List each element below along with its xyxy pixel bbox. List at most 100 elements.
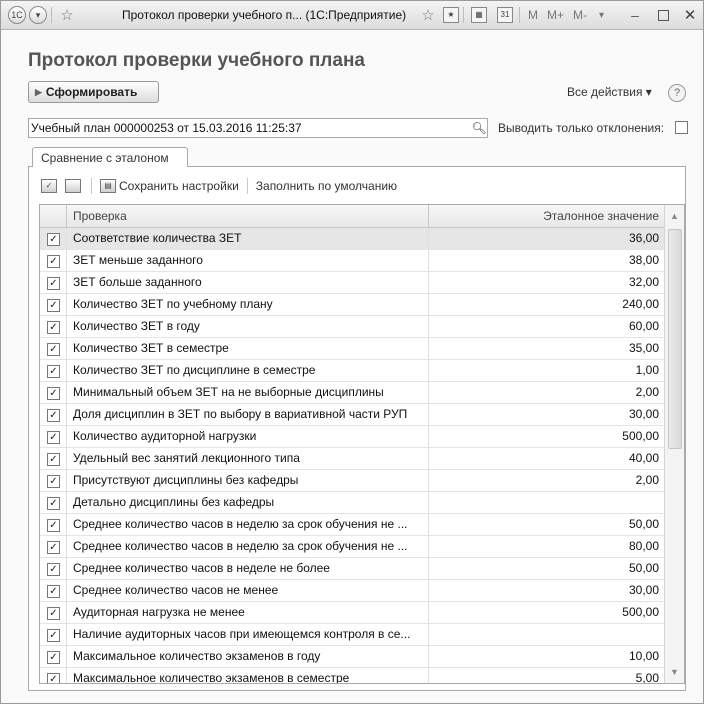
reference-value-cell[interactable]: 50,00 bbox=[430, 558, 665, 579]
reference-value-cell[interactable]: 1,00 bbox=[430, 360, 665, 381]
scroll-down-icon[interactable]: ▼ bbox=[665, 663, 684, 681]
calculator-button[interactable]: ▦ bbox=[471, 6, 487, 24]
save-settings-button[interactable]: Сохранить настройки bbox=[119, 179, 239, 193]
row-checkbox[interactable]: ✓ bbox=[47, 277, 60, 290]
row-checkbox[interactable]: ✓ bbox=[47, 387, 60, 400]
minimize-button[interactable]: – bbox=[628, 6, 642, 24]
reference-value-cell[interactable]: 500,00 bbox=[430, 602, 665, 623]
row-checkbox[interactable]: ✓ bbox=[47, 321, 60, 334]
table-row[interactable]: ✓ Количество ЗЕТ в семестре 35,00 bbox=[40, 338, 665, 360]
table-row[interactable]: ✓ Среднее количество часов не менее 30,00 bbox=[40, 580, 665, 602]
row-checkbox[interactable]: ✓ bbox=[47, 629, 60, 642]
table-row[interactable]: ✓ Соответствие количества ЗЕТ 36,00 bbox=[40, 228, 665, 250]
favorite-star-button[interactable]: ☆ bbox=[58, 6, 76, 24]
app-window: 1C ▾ ☆ Протокол проверки учебного п... (… bbox=[0, 0, 704, 704]
favorite-add-button[interactable]: ☆ bbox=[419, 6, 437, 24]
main-menu-button[interactable]: ▾ bbox=[29, 6, 47, 24]
row-checkbox[interactable]: ✓ bbox=[47, 497, 60, 510]
reference-value-cell[interactable]: 38,00 bbox=[430, 250, 665, 271]
search-icon[interactable]: 🔍︎ bbox=[471, 120, 487, 136]
more-dropdown-button[interactable]: ▾ bbox=[599, 6, 604, 24]
reference-value-cell[interactable]: 80,00 bbox=[430, 536, 665, 557]
row-checkbox[interactable]: ✓ bbox=[47, 233, 60, 246]
close-button[interactable]: ✕ bbox=[683, 6, 697, 24]
table-row[interactable]: ✓ Наличие аудиторных часов при имеющемся … bbox=[40, 624, 665, 646]
row-checkbox[interactable]: ✓ bbox=[47, 607, 60, 620]
reference-value-cell[interactable]: 35,00 bbox=[430, 338, 665, 359]
reference-value-cell[interactable]: 5,00 bbox=[430, 668, 665, 683]
column-header-reference-value[interactable]: Эталонное значение bbox=[430, 205, 665, 227]
table-row[interactable]: ✓ Количество аудиторной нагрузки 500,00 bbox=[40, 426, 665, 448]
table-row[interactable]: ✓ Детально дисциплины без кафедры bbox=[40, 492, 665, 514]
table-row[interactable]: ✓ Аудиторная нагрузка не менее 500,00 bbox=[40, 602, 665, 624]
app-menu-button[interactable]: 1C bbox=[8, 6, 26, 24]
table-row[interactable]: ✓ Количество ЗЕТ по дисциплине в семестре… bbox=[40, 360, 665, 382]
generate-button[interactable]: ▶ Сформировать bbox=[28, 81, 159, 103]
table-row[interactable]: ✓ Количество ЗЕТ в году 60,00 bbox=[40, 316, 665, 338]
row-checkbox[interactable]: ✓ bbox=[47, 343, 60, 356]
table-row[interactable]: ✓ Доля дисциплин в ЗЕТ по выбору в вариат… bbox=[40, 404, 665, 426]
row-checkbox[interactable]: ✓ bbox=[47, 409, 60, 422]
table-row[interactable]: ✓ ЗЕТ больше заданного 32,00 bbox=[40, 272, 665, 294]
memory-add-button[interactable]: M+ bbox=[547, 6, 564, 24]
table-row[interactable]: ✓ ЗЕТ меньше заданного 38,00 bbox=[40, 250, 665, 272]
row-checkbox[interactable]: ✓ bbox=[47, 475, 60, 488]
reference-value-cell[interactable] bbox=[430, 624, 665, 645]
table-row[interactable]: ✓ Среднее количество часов в неделе не бо… bbox=[40, 558, 665, 580]
fill-default-button[interactable]: Заполнить по умолчанию bbox=[256, 179, 397, 193]
deviation-only-checkbox[interactable] bbox=[675, 121, 688, 134]
row-checkbox[interactable]: ✓ bbox=[47, 519, 60, 532]
row-checkbox[interactable]: ✓ bbox=[47, 431, 60, 444]
favorites-button[interactable]: ★ bbox=[443, 6, 459, 24]
reference-value-cell[interactable]: 32,00 bbox=[430, 272, 665, 293]
reference-value-cell[interactable]: 30,00 bbox=[430, 404, 665, 425]
scroll-up-icon[interactable]: ▲ bbox=[665, 207, 684, 225]
reference-value-cell[interactable]: 240,00 bbox=[430, 294, 665, 315]
help-icon[interactable]: ? bbox=[668, 84, 686, 102]
row-checkbox[interactable]: ✓ bbox=[47, 299, 60, 312]
all-actions-menu[interactable]: Все действия ▾ bbox=[567, 85, 652, 99]
row-checkbox[interactable]: ✓ bbox=[47, 651, 60, 664]
reference-value-cell[interactable]: 500,00 bbox=[430, 426, 665, 447]
reference-value-cell[interactable]: 40,00 bbox=[430, 448, 665, 469]
table-row[interactable]: ✓ Количество ЗЕТ по учебному плану 240,00 bbox=[40, 294, 665, 316]
reference-value-cell[interactable]: 30,00 bbox=[430, 580, 665, 601]
memory-button[interactable]: M bbox=[528, 6, 538, 24]
reference-value-cell[interactable]: 2,00 bbox=[430, 382, 665, 403]
table-row[interactable]: ✓ Среднее количество часов в неделю за ср… bbox=[40, 514, 665, 536]
row-checkbox[interactable]: ✓ bbox=[47, 541, 60, 554]
table-row[interactable]: ✓ Максимальное количество экзаменов в год… bbox=[40, 646, 665, 668]
row-check-cell: ✓ bbox=[40, 492, 67, 513]
memory-subtract-button[interactable]: M- bbox=[573, 6, 587, 24]
vertical-scrollbar[interactable]: ▲ ▼ bbox=[664, 205, 684, 683]
check-name-cell: Присутствуют дисциплины без кафедры bbox=[67, 470, 429, 491]
maximize-button[interactable] bbox=[656, 6, 670, 24]
reference-value-cell[interactable]: 50,00 bbox=[430, 514, 665, 535]
table-row[interactable]: ✓ Минимальный объем ЗЕТ на не выборные ди… bbox=[40, 382, 665, 404]
table-row[interactable]: ✓ Среднее количество часов в неделю за ср… bbox=[40, 536, 665, 558]
table-row[interactable]: ✓ Максимальное количество экзаменов в сем… bbox=[40, 668, 665, 683]
uncheck-all-icon[interactable] bbox=[65, 179, 81, 193]
row-checkbox[interactable]: ✓ bbox=[47, 563, 60, 576]
check-name-cell: Соответствие количества ЗЕТ bbox=[67, 228, 429, 249]
check-all-icon[interactable]: ✓ bbox=[41, 179, 57, 193]
row-checkbox[interactable]: ✓ bbox=[47, 585, 60, 598]
check-name-cell: Доля дисциплин в ЗЕТ по выбору в вариати… bbox=[67, 404, 429, 425]
reference-value-cell[interactable]: 60,00 bbox=[430, 316, 665, 337]
table-row[interactable]: ✓ Удельный вес занятий лекционного типа 40… bbox=[40, 448, 665, 470]
row-checkbox[interactable]: ✓ bbox=[47, 673, 60, 683]
reference-value-cell[interactable]: 2,00 bbox=[430, 470, 665, 491]
study-plan-field[interactable]: Учебный план 000000253 от 15.03.2016 11:… bbox=[28, 118, 488, 138]
reference-value-cell[interactable]: 36,00 bbox=[430, 228, 665, 249]
scroll-thumb[interactable] bbox=[668, 229, 682, 449]
row-checkbox[interactable]: ✓ bbox=[47, 453, 60, 466]
reference-value-cell[interactable]: 10,00 bbox=[430, 646, 665, 667]
tab-comparison[interactable]: Сравнение с эталоном bbox=[32, 147, 188, 167]
save-settings-icon: ▤ bbox=[100, 179, 116, 193]
table-row[interactable]: ✓ Присутствуют дисциплины без кафедры 2,00 bbox=[40, 470, 665, 492]
column-header-check[interactable]: Проверка bbox=[67, 205, 429, 227]
calendar-button[interactable]: 31 bbox=[497, 6, 513, 24]
row-checkbox[interactable]: ✓ bbox=[47, 365, 60, 378]
reference-value-cell[interactable] bbox=[430, 492, 665, 513]
row-checkbox[interactable]: ✓ bbox=[47, 255, 60, 268]
